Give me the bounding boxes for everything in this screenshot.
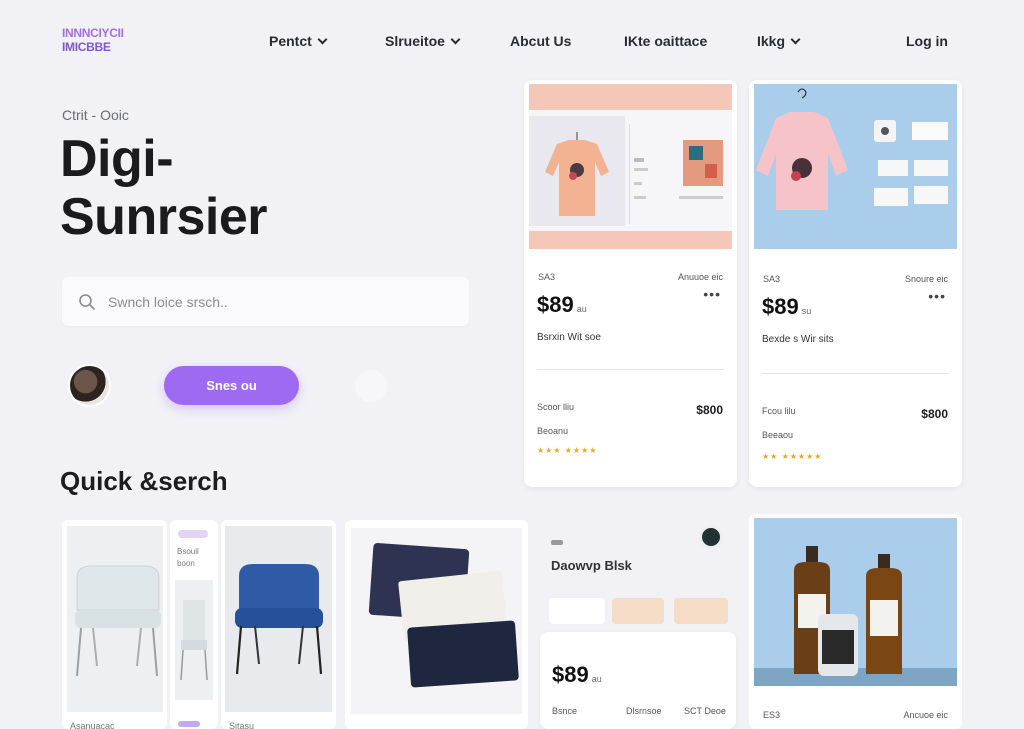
more-options-icon[interactable]: ••• <box>928 288 946 304</box>
search-icon <box>79 293 95 310</box>
chair-thumbnail <box>175 580 213 700</box>
nav-about-label: Abcut Us <box>510 33 572 49</box>
tile-caption: Asanuacac <box>70 721 115 729</box>
brand-logo[interactable]: ΙΝΝΝϹΙΥϹΙΙ ΙΜΙϹΒΒΕ <box>62 26 142 54</box>
cta-button[interactable]: Snes ou <box>164 366 299 405</box>
nav-product-label: Pentct <box>269 33 312 49</box>
product-image-sweater-peach <box>529 84 732 249</box>
nav-blog[interactable]: Ikkg <box>757 33 801 49</box>
product-tag: SA3 <box>763 274 781 284</box>
more-options-icon[interactable]: ••• <box>703 286 721 302</box>
chevron-down-icon <box>317 34 328 44</box>
tile-badge <box>178 530 208 538</box>
quick-search-tile[interactable]: Sitasu <box>221 520 336 729</box>
search-input[interactable] <box>108 293 438 310</box>
variant-swatch[interactable] <box>612 598 664 624</box>
quick-search-tile[interactable] <box>345 520 528 729</box>
bottles-image <box>754 518 957 686</box>
brand-badge-icon <box>699 525 723 549</box>
page-title: Digi- Sunrsier <box>60 130 267 246</box>
nav-marketplace-label: IKte oaittace <box>624 33 708 49</box>
product-row-value: $800 <box>921 407 948 421</box>
product-meta: Snoure eic <box>904 274 948 284</box>
promo-price-card[interactable]: $89 au Bsnce Dlsrnsoe SCT Deoe <box>540 632 736 729</box>
breadcrumb: Ctrit - Ooic <box>62 107 129 123</box>
secondary-circle-button[interactable] <box>355 370 387 402</box>
quick-search-tile[interactable]: Bsouil boon <box>170 520 218 729</box>
product-row-label: Scoor lliu <box>537 402 575 412</box>
page-title-line-2: Sunrsier <box>60 188 267 246</box>
nav-blog-label: Ikkg <box>757 33 786 49</box>
section-title: Quick &serch <box>60 466 228 496</box>
product-meta: Anuuoe eic <box>677 272 723 282</box>
avatar[interactable] <box>68 364 111 407</box>
logo-line-2: ΙΜΙϹΒΒΕ <box>62 40 111 54</box>
nav-solutions-label: Slrueitoe <box>385 33 445 49</box>
product-card[interactable]: SA3 Snoure eic ••• $89 su Bexde s Wir sit… <box>749 80 962 487</box>
divider <box>537 369 724 370</box>
promo-price-value: $89 <box>552 662 589 687</box>
promo-panel: Daowvp Blsk $89 au Bsnce Dlsrnsoe SCT Deo… <box>540 520 736 729</box>
chevron-down-icon <box>790 34 801 44</box>
nav-product[interactable]: Pentct <box>269 33 328 49</box>
product-price-value: $89 <box>537 292 574 317</box>
page-title-line-1: Digi- <box>60 130 174 188</box>
tile-badge <box>178 721 200 727</box>
login-link[interactable]: Log in <box>906 33 948 49</box>
login-label: Log in <box>906 33 948 49</box>
rating-stars: ★★★ ★★★★ <box>537 446 598 455</box>
product-price-unit: su <box>801 306 812 316</box>
product-name: Bsrxin Wit soe <box>537 332 601 343</box>
product-price: $89 su <box>762 294 811 320</box>
product-price: $89 au <box>537 292 587 318</box>
product-row-label: Fcou lilu <box>762 406 796 416</box>
quick-search-tile[interactable]: Asanuacac <box>62 520 167 729</box>
promo-col-1: Bsnce <box>552 706 578 716</box>
product-row-value: $800 <box>696 403 723 417</box>
product-name: Bexde s Wir sits <box>762 334 834 345</box>
promo-col-3: SCT Deoe <box>684 706 726 716</box>
tile-caption: ES3 <box>763 710 781 720</box>
product-sub-label: Beoanu <box>537 426 569 436</box>
product-sub-label: Beeaou <box>762 430 794 440</box>
quick-search-tile[interactable]: ES3 Ancuoe eic <box>749 514 962 729</box>
promo-title: Daowvp Blsk <box>551 558 632 573</box>
nav-solutions[interactable]: Slrueitoe <box>385 33 461 49</box>
promo-price: $89 au <box>552 662 602 688</box>
rating-stars: ★★ ★★★★★ <box>762 452 823 461</box>
product-image-sweater-pink <box>754 84 957 249</box>
fabric-image <box>351 528 522 714</box>
product-price-unit: au <box>576 304 587 314</box>
variant-swatch[interactable] <box>674 598 728 624</box>
chevron-down-icon <box>450 34 461 44</box>
product-tag: SA3 <box>538 272 556 282</box>
nav-about[interactable]: Abcut Us <box>510 33 571 49</box>
search-bar <box>62 277 469 326</box>
chair-image <box>67 526 163 712</box>
promo-price-unit: au <box>591 674 602 684</box>
product-card[interactable]: SA3 Anuuoe eic ••• $89 au Bsrxin Wit soe … <box>524 80 737 487</box>
nav-marketplace[interactable]: IKte oaittace <box>624 33 707 49</box>
tile-caption: Sitasu <box>229 721 255 729</box>
blue-chair-image <box>225 526 332 712</box>
logo-line-1: ΙΝΝΝϹΙΥϹΙΙ <box>62 26 124 40</box>
tile-caption: Bsouil boon <box>177 547 199 568</box>
product-price-value: $89 <box>762 294 799 319</box>
promo-col-2: Dlsrnsoe <box>626 706 662 716</box>
tile-meta: Ancuoe eic <box>903 710 948 720</box>
promo-badge <box>551 540 563 545</box>
divider <box>762 373 949 374</box>
variant-swatch[interactable] <box>549 598 605 624</box>
